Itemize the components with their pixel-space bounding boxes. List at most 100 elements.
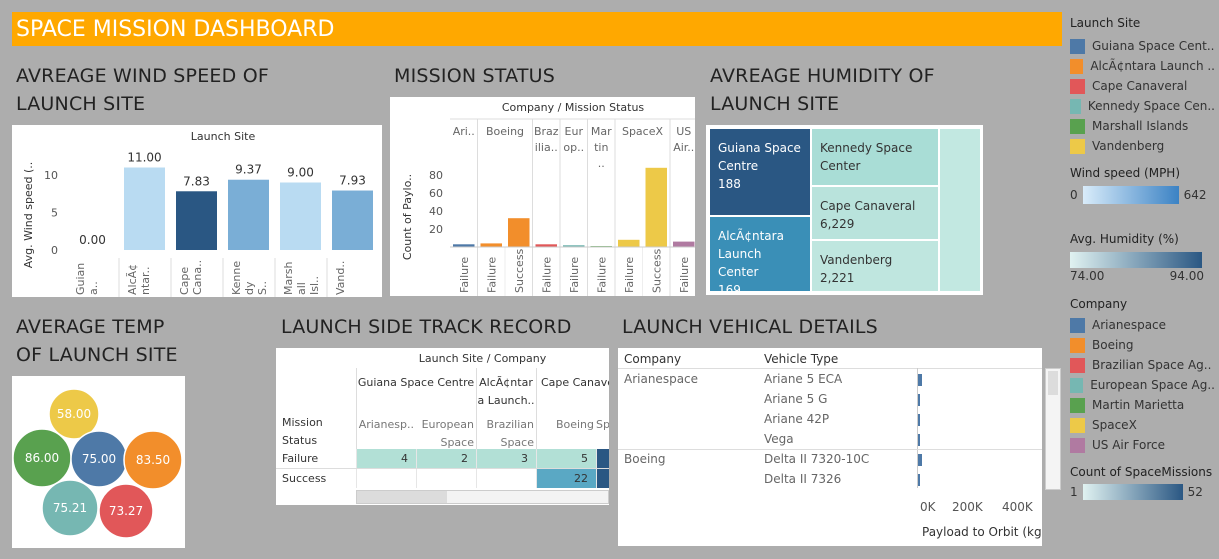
- status-category-label: Failure: [678, 257, 691, 293]
- vehicle-col-type: Vehicle Type: [764, 352, 839, 366]
- launch-site-legend-item[interactable]: Guiana Space Cent..: [1070, 36, 1215, 56]
- status-bar[interactable]: [618, 239, 640, 247]
- payload-bar[interactable]: [918, 474, 920, 486]
- track-record-panel[interactable]: Launch Site / Company Mission Status Guian…: [276, 348, 609, 505]
- launch-site-legend-item[interactable]: Kennedy Space Cen..: [1070, 96, 1215, 116]
- wind-chart-panel[interactable]: Launch Site Avg. Wind speed (.. 0 5 10 0.00 Gu…: [12, 125, 382, 297]
- humidity-treemap: Guiana Space Centre 188 AlcÃ¢ntara Launch …: [710, 129, 980, 291]
- temp-bubble-panel[interactable]: 58.00 86.00 75.00 83.50 75.21 73.27: [12, 376, 185, 548]
- track-cell[interactable]: [596, 469, 609, 488]
- legend-swatch: [1070, 138, 1085, 154]
- wind-bar-value: 9.00: [287, 166, 314, 180]
- company-legend-item[interactable]: US Air Force: [1070, 435, 1215, 455]
- legend-swatch: [1070, 317, 1085, 333]
- track-cell[interactable]: 5: [536, 449, 596, 468]
- wind-bar[interactable]: [332, 190, 373, 250]
- treemap-cell[interactable]: Guiana Space Centre 188: [710, 129, 810, 215]
- humidity-legend-min: 74.00: [1070, 269, 1105, 283]
- treemap-cell-value: 2,221: [820, 271, 855, 285]
- track-row-label: Failure: [282, 452, 319, 465]
- wind-category-label: AlcÃ¢ntar..: [126, 264, 152, 295]
- company-legend-item[interactable]: Brazilian Space Ag..: [1070, 355, 1215, 375]
- vehicle-company: Boeing: [624, 452, 666, 466]
- launch-site-legend-item[interactable]: Cape Canaveral: [1070, 76, 1215, 96]
- wind-bar[interactable]: [228, 179, 269, 250]
- legend-swatch: [1070, 98, 1081, 114]
- track-scrollbar-thumb[interactable]: [357, 491, 447, 503]
- temp-bubble-value: 75.21: [53, 501, 87, 515]
- vehicle-type: Vega: [764, 432, 794, 446]
- company-legend-item[interactable]: European Space Ag..: [1070, 375, 1215, 395]
- legend-swatch: [1070, 118, 1085, 134]
- humidity-treemap-panel[interactable]: Guiana Space Centre 188 AlcÃ¢ntara Launch …: [706, 125, 983, 295]
- wind-bar[interactable]: [176, 191, 217, 250]
- track-site-header: Guiana Space Centre: [357, 376, 475, 389]
- wind-bar-value: 9.37: [235, 163, 262, 177]
- company-legend-title: Company: [1070, 297, 1128, 311]
- track-company-header: Arianesp..: [358, 418, 414, 431]
- vehicle-scrollbar[interactable]: [1045, 368, 1061, 490]
- treemap-cell[interactable]: Cape Canaveral 6,229: [812, 187, 938, 239]
- track-cell[interactable]: [356, 469, 416, 488]
- company-legend-item[interactable]: Arianespace: [1070, 315, 1215, 335]
- track-cell[interactable]: [416, 469, 476, 488]
- status-bar[interactable]: [673, 241, 695, 247]
- treemap-cell[interactable]: Vandenberg 2,221: [812, 241, 938, 291]
- treemap-cell-value: 188: [718, 177, 741, 191]
- payload-bar[interactable]: [918, 434, 920, 446]
- company-legend-item[interactable]: Martin Marietta: [1070, 395, 1215, 415]
- wind-bar[interactable]: [280, 182, 321, 251]
- vehicle-type: Delta II 7320-10C: [764, 452, 870, 466]
- status-category-label: Failure: [540, 257, 553, 293]
- status-bar[interactable]: [645, 167, 668, 247]
- launch-site-legend-item[interactable]: Marshall Islands: [1070, 116, 1215, 136]
- wind-bar[interactable]: [124, 167, 165, 251]
- treemap-cell[interactable]: AlcÃ¢ntara Launch Center 169: [710, 217, 810, 291]
- status-section-title: MISSION STATUS: [394, 65, 556, 87]
- wind-bar-value: 7.83: [183, 174, 210, 188]
- status-y-tick: 20: [429, 223, 443, 236]
- track-cell[interactable]: 22: [536, 469, 596, 488]
- payload-bar[interactable]: [918, 374, 922, 386]
- company-legend-item[interactable]: Boeing: [1070, 335, 1215, 355]
- wind-chart-header: Launch Site: [191, 130, 256, 143]
- wind-bar-value: 7.93: [339, 174, 366, 188]
- legend-swatch: [1070, 397, 1085, 413]
- legend-label: Brazilian Space Ag..: [1092, 358, 1212, 372]
- launch-site-legend-item[interactable]: AlcÃ¢ntara Launch ..: [1070, 56, 1215, 76]
- payload-bar[interactable]: [918, 454, 922, 466]
- legend-swatch: [1070, 78, 1085, 94]
- status-group-label: Mar tin..: [591, 125, 612, 170]
- status-group-label: SpaceX: [622, 125, 664, 138]
- wind-bar-value: 0.00: [79, 233, 106, 247]
- treemap-cell[interactable]: [940, 129, 980, 291]
- vehicle-scrollbar-thumb[interactable]: [1048, 371, 1058, 395]
- vehicle-type: Ariane 42P: [764, 412, 830, 426]
- track-cell[interactable]: 3: [476, 449, 536, 468]
- status-bar[interactable]: [480, 243, 503, 247]
- launch-site-legend-item[interactable]: Vandenberg: [1070, 136, 1215, 156]
- track-cell[interactable]: 4: [356, 449, 416, 468]
- humidity-legend-title: Avg. Humidity (%): [1070, 232, 1179, 246]
- legend-label: Boeing: [1092, 338, 1134, 352]
- status-group-label: Eur op..: [563, 125, 584, 154]
- track-cell[interactable]: 2: [416, 449, 476, 468]
- payload-bar[interactable]: [918, 414, 920, 426]
- wind-legend-max: 642: [1183, 188, 1207, 202]
- wind-bar-value: 11.00: [127, 151, 161, 165]
- track-horizontal-scrollbar[interactable]: [356, 490, 609, 504]
- track-cell[interactable]: [596, 449, 609, 468]
- company-legend-item[interactable]: SpaceX: [1070, 415, 1215, 435]
- launch-site-legend: Guiana Space Cent.. AlcÃ¢ntara Launch .. C…: [1070, 36, 1215, 156]
- vehicle-details-panel[interactable]: Company Vehicle Type Arianespace Ariane 5 E…: [618, 348, 1042, 546]
- count-gradient: [1082, 484, 1183, 500]
- status-chart-panel[interactable]: Company / Mission Status Count of Paylo..…: [390, 97, 695, 296]
- status-bar[interactable]: [508, 218, 530, 247]
- vehicle-details-table: Company Vehicle Type Arianespace Ariane 5 E…: [618, 348, 1042, 546]
- treemap-cell[interactable]: Kennedy Space Center: [812, 129, 938, 185]
- payload-bar[interactable]: [918, 394, 920, 406]
- vehicle-type: Delta II 7326: [764, 472, 842, 486]
- payload-axis-tick: 400K: [1002, 500, 1033, 514]
- legend-swatch: [1070, 38, 1085, 54]
- track-cell[interactable]: [476, 469, 536, 488]
